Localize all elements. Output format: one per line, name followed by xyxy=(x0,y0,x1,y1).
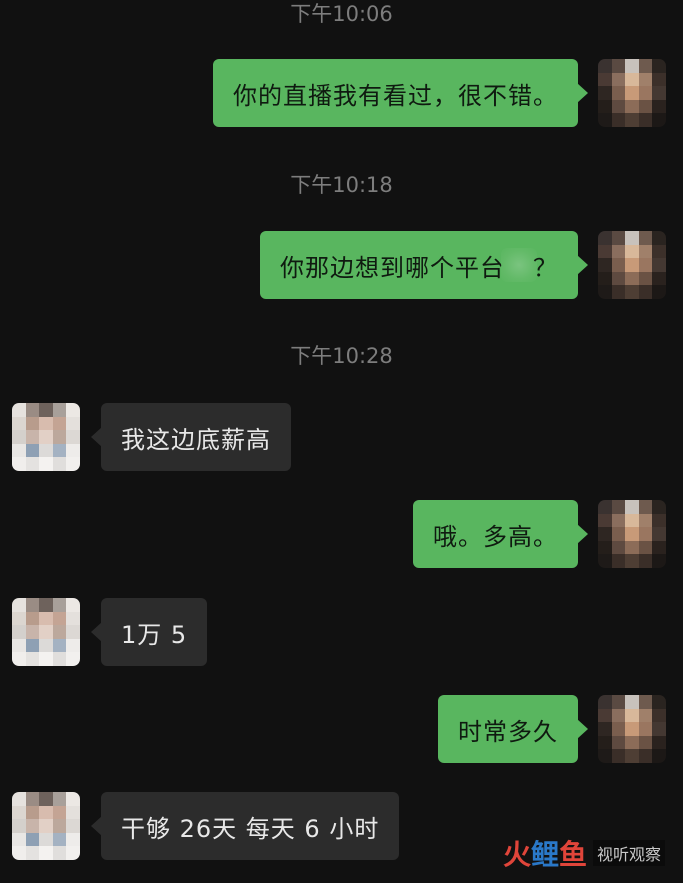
message-text: 你的直播我有看过，很不错。 xyxy=(233,81,558,110)
timestamp: 下午10:06 xyxy=(290,2,393,26)
contact-avatar[interactable] xyxy=(12,403,80,471)
logo-char: 鲤 xyxy=(530,838,559,871)
incoming-message-bubble[interactable]: 1万 5 xyxy=(90,598,208,666)
message-text: ？ xyxy=(533,253,558,282)
outgoing-message-bubble[interactable]: 哦。多高。 xyxy=(413,500,588,568)
timestamp: 下午10:18 xyxy=(290,173,393,197)
outgoing-message-bubble[interactable]: 你那边想到哪个平台 ？ xyxy=(260,231,588,299)
watermark: 火鲤鱼 视听观察 xyxy=(503,833,665,873)
message-text: 你那边想到哪个平台 xyxy=(280,253,505,282)
message-text: 时常多久 xyxy=(458,717,558,746)
logo-char: 鱼 xyxy=(558,838,587,871)
message-text: 哦。多高。 xyxy=(433,522,558,551)
watermark-text: 视听观察 xyxy=(592,840,665,866)
contact-avatar[interactable] xyxy=(12,792,80,860)
incoming-message-bubble[interactable]: 干够 26天 每天 6 小时 xyxy=(90,792,400,860)
message-text: 1万 5 xyxy=(121,620,188,649)
message-text: 我这边底薪高 xyxy=(121,425,271,454)
watermark-logo: 火鲤鱼 xyxy=(503,833,587,873)
self-avatar[interactable] xyxy=(598,231,666,299)
message-text: 干够 26天 每天 6 小时 xyxy=(121,814,380,843)
contact-avatar[interactable] xyxy=(12,598,80,666)
incoming-message-bubble[interactable]: 我这边底薪高 xyxy=(91,403,291,471)
outgoing-message-bubble[interactable]: 时常多久 xyxy=(438,695,588,763)
self-avatar[interactable] xyxy=(598,695,666,763)
timestamp: 下午10:28 xyxy=(290,344,393,368)
redacted-patch xyxy=(501,248,537,282)
self-avatar[interactable] xyxy=(598,500,666,568)
self-avatar[interactable] xyxy=(598,59,666,127)
outgoing-message-bubble[interactable]: 你的直播我有看过，很不错。 xyxy=(213,59,588,127)
logo-char: 火 xyxy=(502,838,531,871)
